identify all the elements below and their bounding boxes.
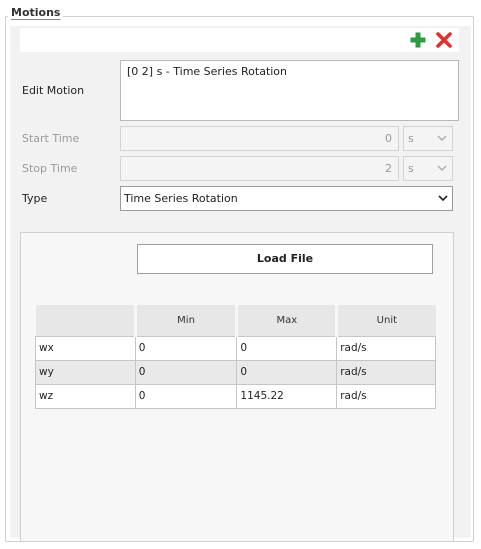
table-row: wx 0 0 rad/s [35, 335, 436, 361]
column-header [35, 305, 136, 336]
min-cell[interactable]: 0 [134, 383, 238, 409]
min-cell[interactable]: 0 [134, 359, 238, 385]
plus-icon [410, 32, 426, 48]
table-row: wy 0 0 rad/s [35, 359, 436, 385]
start-time-label: Start Time [22, 132, 80, 145]
row-label: wy [35, 359, 136, 385]
max-cell[interactable]: 1145.22 [236, 383, 338, 409]
row-label: wz [35, 383, 136, 409]
load-file-button[interactable]: Load File [137, 244, 433, 274]
start-time-unit-select[interactable]: s [403, 126, 453, 151]
toolbar [20, 28, 459, 52]
row-label: wx [35, 335, 136, 361]
max-cell[interactable]: 0 [236, 335, 338, 361]
type-select[interactable]: Time Series Rotation [120, 186, 453, 211]
stop-time-label: Stop Time [22, 162, 78, 175]
start-time-input[interactable]: 0 [120, 126, 399, 151]
stop-time-unit-select[interactable]: s [403, 156, 453, 181]
table-row: wz 0 1145.22 rad/s [35, 383, 436, 409]
chevron-down-icon [438, 195, 448, 202]
stop-time-unit-value: s [408, 162, 414, 175]
type-label: Type [22, 192, 48, 205]
stop-time-input[interactable]: 2 [120, 156, 399, 181]
start-time-unit-value: s [408, 132, 414, 145]
delete-motion-button[interactable] [435, 31, 453, 49]
edit-motion-label: Edit Motion [22, 84, 85, 97]
time-series-panel: Load File Min Max Unit wx 0 0 rad/s wy 0… [20, 232, 454, 542]
chevron-down-icon [437, 165, 447, 171]
type-value: Time Series Rotation [124, 192, 238, 205]
add-motion-button[interactable] [409, 31, 427, 49]
unit-cell: rad/s [336, 383, 436, 409]
group-title: Motions [8, 6, 64, 19]
column-header-unit: Unit [335, 305, 436, 336]
unit-cell: rad/s [336, 359, 436, 385]
rotation-table: Min Max Unit wx 0 0 rad/s wy 0 0 rad/s w… [35, 305, 436, 409]
min-cell[interactable]: 0 [134, 335, 238, 361]
close-icon [436, 32, 452, 48]
motion-panel: Edit Motion [0 2] s - Time Series Rotati… [10, 26, 471, 542]
unit-cell: rad/s [336, 335, 436, 361]
table-header-row: Min Max Unit [35, 305, 436, 336]
column-header-min: Min [133, 305, 237, 336]
edit-motion-field[interactable]: [0 2] s - Time Series Rotation [120, 60, 459, 121]
chevron-down-icon [437, 135, 447, 141]
column-header-max: Max [235, 305, 337, 336]
max-cell[interactable]: 0 [236, 359, 338, 385]
